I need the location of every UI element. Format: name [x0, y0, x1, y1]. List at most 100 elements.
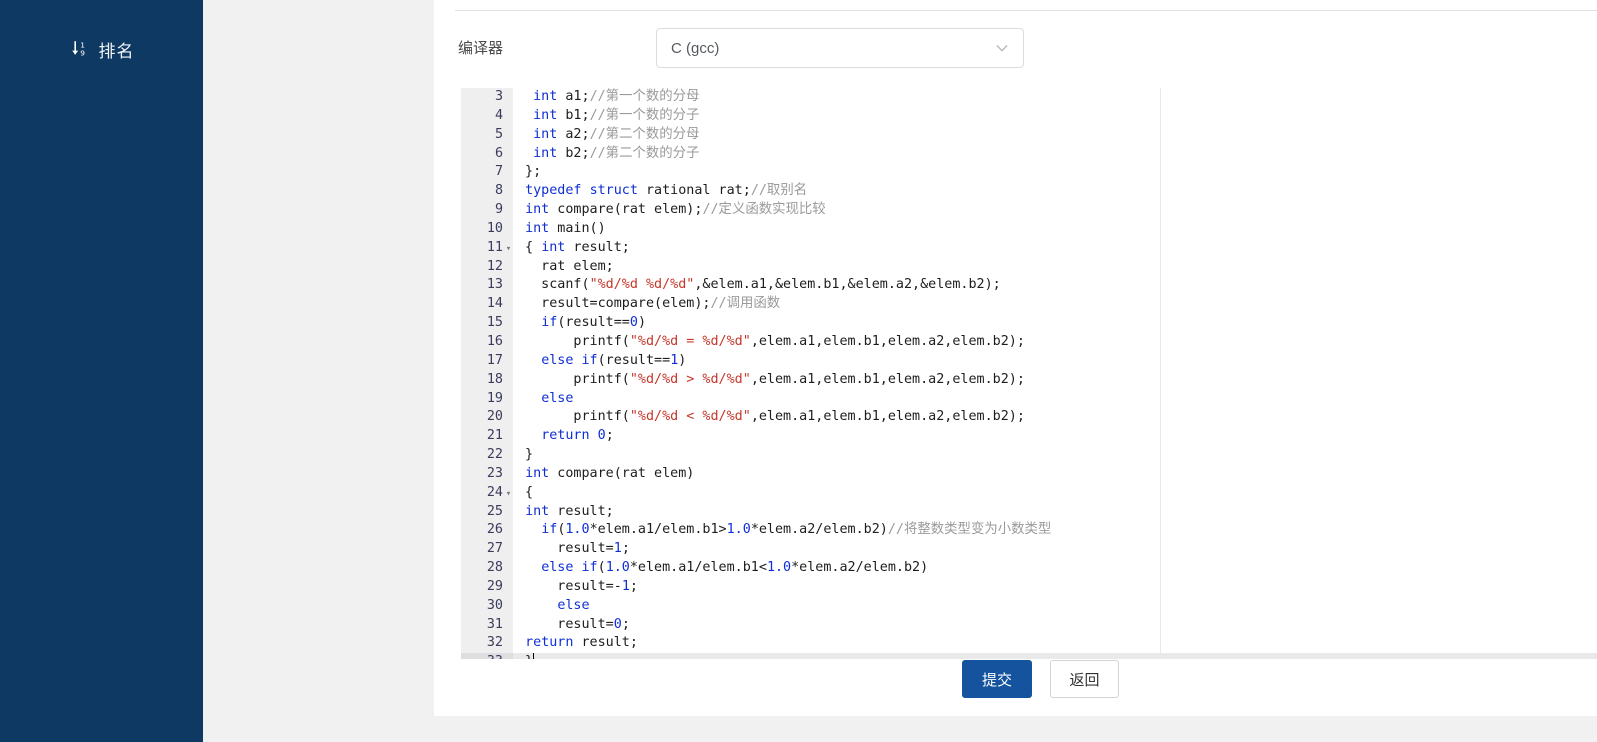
sort-numeric-down-icon: 1 9 — [69, 38, 91, 60]
sidebar-item-ranking[interactable]: 1 9 排名 — [0, 28, 203, 70]
code-line[interactable]: 10 int main() — [461, 219, 1597, 239]
code-lines[interactable]: 3 int a1;//第一个数的分母 4 int b1;//第一个数的分子 5 in… — [461, 88, 1597, 659]
code-line[interactable]: 30 else — [461, 596, 1597, 616]
code-line[interactable]: 11 ▾ { int result; — [461, 238, 1597, 258]
code-line[interactable]: 24 ▾ { — [461, 483, 1597, 503]
line-number: 8 — [494, 183, 503, 199]
code-text: result=1; — [517, 541, 630, 557]
compiler-label: 编译器 — [458, 39, 504, 57]
line-number: 6 — [494, 145, 503, 161]
code-text: result=-1; — [517, 578, 638, 594]
code-text: int b2;//第二个数的分子 — [533, 145, 700, 161]
line-number: 20 — [486, 409, 503, 425]
code-line-background — [513, 578, 1597, 597]
code-line[interactable]: 27 result=1; — [461, 540, 1597, 560]
line-number: 11 — [486, 239, 503, 255]
code-text: { — [517, 484, 534, 500]
code-line[interactable]: 4 int b1;//第一个数的分子 — [461, 106, 1597, 126]
code-line-background — [513, 163, 1597, 182]
code-text: return 0; — [541, 428, 614, 444]
line-number: 32 — [486, 635, 503, 651]
line-number: 9 — [494, 202, 503, 218]
code-line[interactable]: 19 else — [461, 389, 1597, 409]
code-line[interactable]: 21 return 0; — [461, 427, 1597, 447]
code-text: { int result; — [517, 239, 630, 255]
code-text: int a2;//第二个数的分母 — [533, 126, 700, 142]
code-line[interactable]: 9 int compare(rat elem);//定义函数实现比较 — [461, 201, 1597, 220]
line-number: 13 — [486, 277, 503, 293]
line-number: 15 — [486, 315, 503, 331]
code-line[interactable]: 17 else if(result==1) — [461, 351, 1597, 371]
code-line[interactable]: 18 printf("%d/%d > %d/%d",elem.a1,elem.b… — [461, 370, 1597, 390]
line-number: 23 — [486, 465, 503, 481]
compiler-select[interactable]: C (gcc) — [656, 28, 1024, 68]
top-divider — [455, 10, 1597, 11]
code-line[interactable]: 6 int b2;//第二个数的分子 — [461, 144, 1597, 164]
code-line[interactable]: 20 printf("%d/%d < %d/%d",elem.a1,elem.b… — [461, 408, 1597, 428]
code-line[interactable]: 13 scanf("%d/%d %d/%d",&elem.a1,&elem.b1… — [461, 276, 1597, 296]
code-editor[interactable]: 3 int a1;//第一个数的分母 4 int b1;//第一个数的分子 5 in… — [461, 88, 1597, 659]
line-number: 26 — [486, 522, 503, 538]
line-number: 29 — [486, 578, 503, 594]
code-text: int a1;//第一个数的分母 — [533, 89, 700, 104]
code-line-background — [513, 220, 1597, 239]
code-fold-toggle-icon[interactable]: ▾ — [504, 239, 513, 258]
submit-button[interactable]: 提交 — [962, 660, 1032, 698]
code-line[interactable]: 23 int compare(rat elem) — [461, 464, 1597, 484]
code-line[interactable]: 12 rat elem; — [461, 257, 1597, 277]
line-number: 16 — [486, 333, 503, 349]
code-line[interactable]: 31 result=0; — [461, 615, 1597, 635]
code-text: else — [557, 597, 590, 613]
code-text: }; — [517, 164, 542, 180]
sidebar-item-label: 排名 — [98, 41, 135, 62]
code-text: rat elem; — [517, 258, 614, 274]
line-number: 7 — [494, 164, 503, 180]
code-line[interactable]: 14 result=compare(elem);//调用函数 — [461, 295, 1597, 315]
line-number: 30 — [486, 597, 503, 613]
code-line[interactable]: 25 int result; — [461, 502, 1597, 522]
code-line-background — [513, 503, 1597, 522]
code-text: int compare(rat elem);//定义函数实现比较 — [525, 202, 826, 218]
code-line[interactable]: 28 else if(1.0*elem.a1/elem.b1<1.0*elem.… — [461, 559, 1597, 578]
line-number: 12 — [486, 258, 503, 274]
back-button[interactable]: 返回 — [1050, 660, 1119, 698]
code-line[interactable]: 15 if(result==0) — [461, 314, 1597, 333]
code-line[interactable]: 3 int a1;//第一个数的分母 — [461, 88, 1597, 107]
line-number: 3 — [494, 89, 503, 104]
code-line[interactable]: 5 int a2;//第二个数的分母 — [461, 125, 1597, 145]
code-text: printf("%d/%d < %d/%d",elem.a1,elem.b1,e… — [517, 409, 1025, 425]
code-line[interactable]: 26 if(1.0*elem.a1/elem.b1>1.0*elem.a2/el… — [461, 521, 1597, 541]
line-number: 22 — [486, 447, 503, 463]
code-text: result=0; — [517, 616, 630, 632]
code-text: int b1;//第一个数的分子 — [533, 107, 700, 123]
line-number: 17 — [486, 352, 503, 368]
code-text: int result; — [525, 503, 614, 519]
code-text: typedef struct rational rat;//取别名 — [525, 183, 808, 199]
line-number: 25 — [486, 503, 503, 519]
line-number: 27 — [486, 541, 503, 557]
code-line-background — [513, 390, 1597, 409]
line-number: 5 — [494, 126, 503, 142]
line-number: 21 — [486, 428, 503, 444]
code-text: scanf("%d/%d %d/%d",&elem.a1,&elem.b1,&e… — [517, 277, 1001, 293]
code-line[interactable]: 8 typedef struct rational rat;//取别名 — [461, 182, 1597, 202]
code-line-background — [513, 314, 1597, 333]
page-background: 编译器 C (gcc) 3 int a1;//第一个数的分母 4 int b1;/… — [203, 0, 1597, 742]
code-fold-toggle-icon[interactable]: ▾ — [504, 484, 513, 503]
code-line[interactable]: 7 }; — [461, 163, 1597, 183]
editor-footer: 提交 返回 — [434, 659, 1597, 716]
code-line-background — [513, 258, 1597, 277]
code-line-background — [513, 484, 1597, 503]
submission-card: 编译器 C (gcc) 3 int a1;//第一个数的分母 4 int b1;/… — [434, 0, 1597, 716]
code-text: else if(1.0*elem.a1/elem.b1<1.0*elem.a2/… — [541, 560, 929, 576]
code-line[interactable]: 16 printf("%d/%d = %d/%d",elem.a1,elem.b… — [461, 332, 1597, 352]
compiler-row: 编译器 C (gcc) — [434, 28, 1597, 70]
line-number: 4 — [494, 107, 503, 123]
compiler-select-value: C (gcc) — [671, 39, 720, 57]
code-line[interactable]: 29 result=-1; — [461, 577, 1597, 597]
line-number: 28 — [486, 560, 503, 576]
code-text: if(result==0) — [541, 315, 646, 331]
code-line[interactable]: 22 } — [461, 446, 1597, 465]
code-line[interactable]: 32 return result; — [461, 634, 1597, 654]
code-text: int main() — [525, 220, 606, 236]
